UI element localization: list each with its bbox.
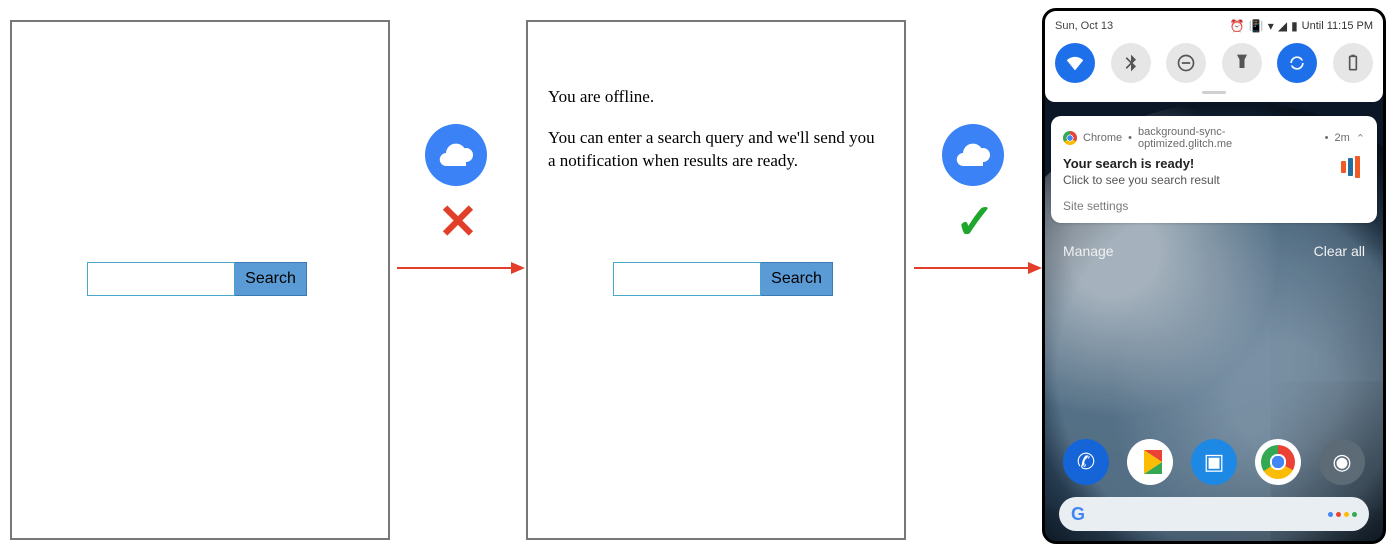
browser-frame-offline: You are offline. You can enter a search … bbox=[526, 20, 906, 540]
app-phone-icon[interactable]: ✆ bbox=[1063, 439, 1109, 485]
notification-app: Chrome bbox=[1083, 132, 1122, 144]
search-button[interactable]: Search bbox=[761, 262, 833, 296]
statusbar-until: Until 11:15 PM bbox=[1302, 20, 1373, 32]
offline-line-1: You are offline. bbox=[548, 86, 884, 109]
qs-dnd[interactable] bbox=[1166, 43, 1206, 83]
chrome-icon bbox=[1063, 131, 1077, 145]
chevron-up-icon[interactable]: ⌃ bbox=[1356, 132, 1365, 145]
wifi-status-icon: ▾ bbox=[1268, 19, 1274, 33]
statusbar: Sun, Oct 13 ⏰ 📳 ▾ ◢ ▮ Until 11:15 PM bbox=[1055, 19, 1373, 33]
arrow-icon bbox=[395, 258, 525, 278]
qs-auto-rotate[interactable] bbox=[1277, 43, 1317, 83]
site-icon bbox=[1341, 156, 1365, 178]
manage-button[interactable]: Manage bbox=[1063, 243, 1114, 259]
quick-settings-row bbox=[1055, 41, 1373, 91]
search-button[interactable]: Search bbox=[235, 262, 307, 296]
clear-all-button[interactable]: Clear all bbox=[1314, 243, 1365, 259]
arrow-icon bbox=[912, 258, 1042, 278]
browser-frame-before: Search bbox=[10, 20, 390, 540]
app-chrome-icon[interactable] bbox=[1255, 439, 1301, 485]
app-play-store-icon[interactable] bbox=[1127, 439, 1173, 485]
bullet: • bbox=[1128, 132, 1132, 144]
assistant-icon[interactable] bbox=[1328, 512, 1357, 517]
shade-actions: Manage Clear all bbox=[1045, 243, 1383, 259]
search-form: Search bbox=[87, 262, 307, 296]
vibrate-icon: 📳 bbox=[1249, 19, 1264, 33]
cloud-icon bbox=[942, 124, 1004, 186]
qs-bluetooth[interactable] bbox=[1111, 43, 1151, 83]
app-duo-icon[interactable]: ▣ bbox=[1191, 439, 1237, 485]
notification-action-site-settings[interactable]: Site settings bbox=[1063, 199, 1365, 213]
shade-grip[interactable] bbox=[1202, 91, 1226, 94]
notification-card[interactable]: Chrome • background-sync-optimized.glitc… bbox=[1051, 116, 1377, 223]
phone-frame: Sun, Oct 13 ⏰ 📳 ▾ ◢ ▮ Until 11:15 PM bbox=[1042, 8, 1386, 544]
qs-wifi[interactable] bbox=[1055, 43, 1095, 83]
notification-age: 2m bbox=[1335, 132, 1350, 144]
offline-line-2: You can enter a search query and we'll s… bbox=[548, 127, 884, 173]
search-input[interactable] bbox=[613, 262, 761, 296]
notification-title: Your search is ready! bbox=[1063, 156, 1220, 171]
qs-flashlight[interactable] bbox=[1222, 43, 1262, 83]
transition-offline: ✕ bbox=[395, 124, 525, 278]
qs-battery-saver[interactable] bbox=[1333, 43, 1373, 83]
offline-message: You are offline. You can enter a search … bbox=[548, 86, 884, 191]
statusbar-date: Sun, Oct 13 bbox=[1055, 20, 1113, 32]
notification-subtitle: Click to see you search result bbox=[1063, 173, 1220, 187]
google-g-icon: G bbox=[1071, 504, 1085, 525]
transition-online: ✓ bbox=[912, 124, 1042, 278]
search-input[interactable] bbox=[87, 262, 235, 296]
home-search-pill[interactable]: G bbox=[1059, 497, 1369, 531]
app-camera-icon[interactable]: ◉ bbox=[1319, 439, 1365, 485]
notification-header: Chrome • background-sync-optimized.glitc… bbox=[1063, 126, 1365, 150]
search-form: Search bbox=[613, 262, 833, 296]
offline-x-icon: ✕ bbox=[431, 202, 485, 242]
alarm-icon: ⏰ bbox=[1230, 19, 1245, 33]
online-check-icon: ✓ bbox=[948, 202, 1002, 242]
notification-shade: Sun, Oct 13 ⏰ 📳 ▾ ◢ ▮ Until 11:15 PM bbox=[1045, 11, 1383, 102]
cell-signal-icon: ◢ bbox=[1278, 19, 1287, 33]
bullet: • bbox=[1325, 132, 1329, 144]
cloud-icon bbox=[425, 124, 487, 186]
dock: ✆ ▣ ◉ bbox=[1045, 439, 1383, 485]
notification-origin: background-sync-optimized.glitch.me bbox=[1138, 126, 1319, 150]
battery-status-icon: ▮ bbox=[1291, 19, 1298, 33]
